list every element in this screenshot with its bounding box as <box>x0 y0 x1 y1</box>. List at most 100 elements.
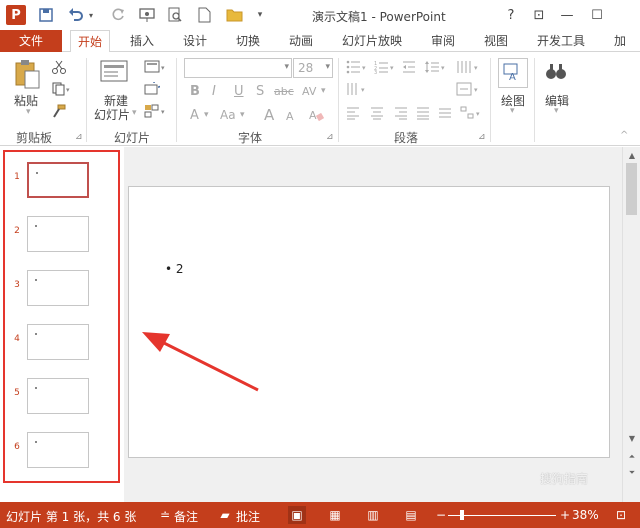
fit-to-window-icon[interactable]: ⊡ <box>612 506 630 524</box>
tab-slideshow[interactable]: 幻灯片放映 <box>342 30 402 52</box>
open-icon[interactable] <box>224 5 246 25</box>
font-color-button[interactable]: A <box>190 108 199 123</box>
paste-icon[interactable] <box>12 58 42 90</box>
paragraph-launcher-icon[interactable]: ⊿ <box>478 132 486 142</box>
paste-dropdown-icon[interactable]: ▾ <box>26 107 31 117</box>
vertical-scrollbar[interactable]: ▲ ▼ ⏶ ⏷ <box>622 147 640 502</box>
group-separator <box>176 58 177 142</box>
annotation-arrow-icon <box>142 332 259 392</box>
normal-view-icon[interactable]: ▣ <box>288 506 306 524</box>
smartart-icon[interactable]: ▾ <box>458 104 484 122</box>
shadow-button[interactable]: S <box>256 84 264 99</box>
justify-icon[interactable] <box>414 104 432 122</box>
customize-qat-icon[interactable]: ▾ <box>254 5 266 25</box>
align-left-icon[interactable] <box>344 104 362 122</box>
ribbon-home: 粘贴 ▾ ▾ 剪贴板 ⊿ 新建 幻灯片 ▾ ▾ ▾ 幻灯片 ▾ 28 ▾ B I… <box>0 52 640 146</box>
text-direction-icon[interactable]: ▾ <box>344 80 370 98</box>
zoom-out-button[interactable]: − <box>436 508 446 522</box>
font-size-combo[interactable]: 28 ▾ <box>293 58 333 78</box>
new-slide-icon[interactable] <box>100 58 130 88</box>
columns-icon[interactable]: ▾ <box>454 58 482 76</box>
scroll-down-icon[interactable]: ▼ <box>624 430 640 446</box>
shapes-icon[interactable]: A <box>498 58 528 88</box>
find-icon[interactable] <box>542 58 570 86</box>
notes-icon[interactable]: ≐ <box>156 506 174 524</box>
maximize-button[interactable]: ☐ <box>586 5 608 25</box>
cut-icon[interactable] <box>50 58 68 76</box>
font-launcher-icon[interactable]: ⊿ <box>326 132 334 142</box>
zoom-slider[interactable] <box>448 515 556 516</box>
present-icon[interactable] <box>136 5 158 25</box>
character-spacing-dropdown-icon[interactable]: ▾ <box>321 86 326 96</box>
new-slide-dropdown-icon[interactable]: ▾ <box>132 108 137 118</box>
line-spacing-icon[interactable]: ▾ <box>422 58 448 76</box>
underline-button[interactable]: U <box>234 84 244 99</box>
tab-view[interactable]: 视图 <box>484 30 508 52</box>
tab-insert[interactable]: 插入 <box>130 30 154 52</box>
copy-icon[interactable]: ▾ <box>50 80 72 98</box>
undo-dropdown-icon[interactable]: ▾ <box>86 5 96 25</box>
layout-icon[interactable]: ▾ <box>142 58 168 76</box>
grow-font-button[interactable]: A <box>264 106 274 124</box>
clear-formatting-icon[interactable]: A <box>306 106 326 124</box>
help-button[interactable]: ? <box>500 5 522 25</box>
align-right-icon[interactable] <box>392 104 410 122</box>
format-painter-icon[interactable] <box>50 102 68 120</box>
tab-file[interactable]: 文件 <box>0 30 62 52</box>
character-spacing-button[interactable]: AV <box>302 85 316 98</box>
align-text-icon[interactable]: ▾ <box>454 80 482 98</box>
numbering-icon[interactable]: 1 2 3 ▾ <box>372 58 398 76</box>
section-icon[interactable]: ▾ <box>142 102 168 120</box>
slide-sorter-icon[interactable]: ▦ <box>326 506 344 524</box>
clipboard-launcher-icon[interactable]: ⊿ <box>75 132 83 142</box>
bold-button[interactable]: B <box>190 84 200 99</box>
scroll-up-icon[interactable]: ▲ <box>624 147 640 163</box>
font-name-combo[interactable]: ▾ <box>184 58 292 78</box>
tab-design[interactable]: 设计 <box>183 30 207 52</box>
distributed-icon[interactable] <box>436 104 454 122</box>
title-bar: P ▾ ▾ 演示文稿1 - PowerPoint ? ⊡ — ☐ <box>0 0 640 30</box>
minimize-button[interactable]: — <box>556 5 578 25</box>
collapse-ribbon-icon[interactable]: ^ <box>620 130 628 141</box>
next-slide-icon[interactable]: ⏷ <box>624 465 640 481</box>
new-slide-label-line2[interactable]: 幻灯片 <box>94 106 130 123</box>
ribbon-display-options-button[interactable]: ⊡ <box>528 5 550 25</box>
change-case-dropdown-icon[interactable]: ▾ <box>240 110 245 120</box>
slide-canvas[interactable]: • 2 <box>128 186 610 458</box>
save-icon[interactable] <box>36 5 56 25</box>
align-center-icon[interactable] <box>368 104 386 122</box>
zoom-slider-knob[interactable] <box>460 510 464 520</box>
strikethrough-button[interactable]: abc <box>274 85 294 98</box>
shrink-font-button[interactable]: A <box>286 110 294 123</box>
bullets-icon[interactable]: ▾ <box>344 58 370 76</box>
editing-dropdown-icon[interactable]: ▾ <box>554 106 559 116</box>
reset-icon[interactable] <box>142 80 162 98</box>
tab-transitions[interactable]: 切换 <box>236 30 260 52</box>
new-icon[interactable] <box>194 5 214 25</box>
slideshow-view-icon[interactable]: ▤ <box>402 506 420 524</box>
scrollbar-thumb[interactable] <box>626 163 637 215</box>
italic-button[interactable]: I <box>212 84 216 99</box>
tab-animations[interactable]: 动画 <box>289 30 313 52</box>
thumbnail-pane-highlight <box>3 150 120 483</box>
font-color-dropdown-icon[interactable]: ▾ <box>204 110 209 120</box>
notes-button[interactable]: 备注 <box>174 508 198 525</box>
svg-text:▾: ▾ <box>390 64 394 72</box>
print-preview-icon[interactable] <box>164 5 186 25</box>
slide-bullet-point[interactable]: • 2 <box>165 262 184 276</box>
tab-home[interactable]: 开始 <box>70 30 110 53</box>
reading-view-icon[interactable]: ▥ <box>364 506 382 524</box>
decrease-indent-icon[interactable] <box>400 58 418 76</box>
previous-slide-icon[interactable]: ⏶ <box>624 449 640 465</box>
zoom-in-button[interactable]: + <box>560 508 570 522</box>
tab-developer[interactable]: 开发工具 <box>537 30 585 52</box>
comments-button[interactable]: 批注 <box>236 508 260 525</box>
tab-review[interactable]: 审阅 <box>431 30 455 52</box>
redo-icon[interactable] <box>108 5 128 25</box>
zoom-level[interactable]: 38% <box>572 508 599 522</box>
drawing-dropdown-icon[interactable]: ▾ <box>510 106 515 116</box>
tab-addins[interactable]: 加 <box>614 30 626 52</box>
undo-icon[interactable] <box>66 5 86 25</box>
change-case-button[interactable]: Aa <box>220 108 236 122</box>
comments-icon[interactable]: ▰ <box>216 506 234 524</box>
